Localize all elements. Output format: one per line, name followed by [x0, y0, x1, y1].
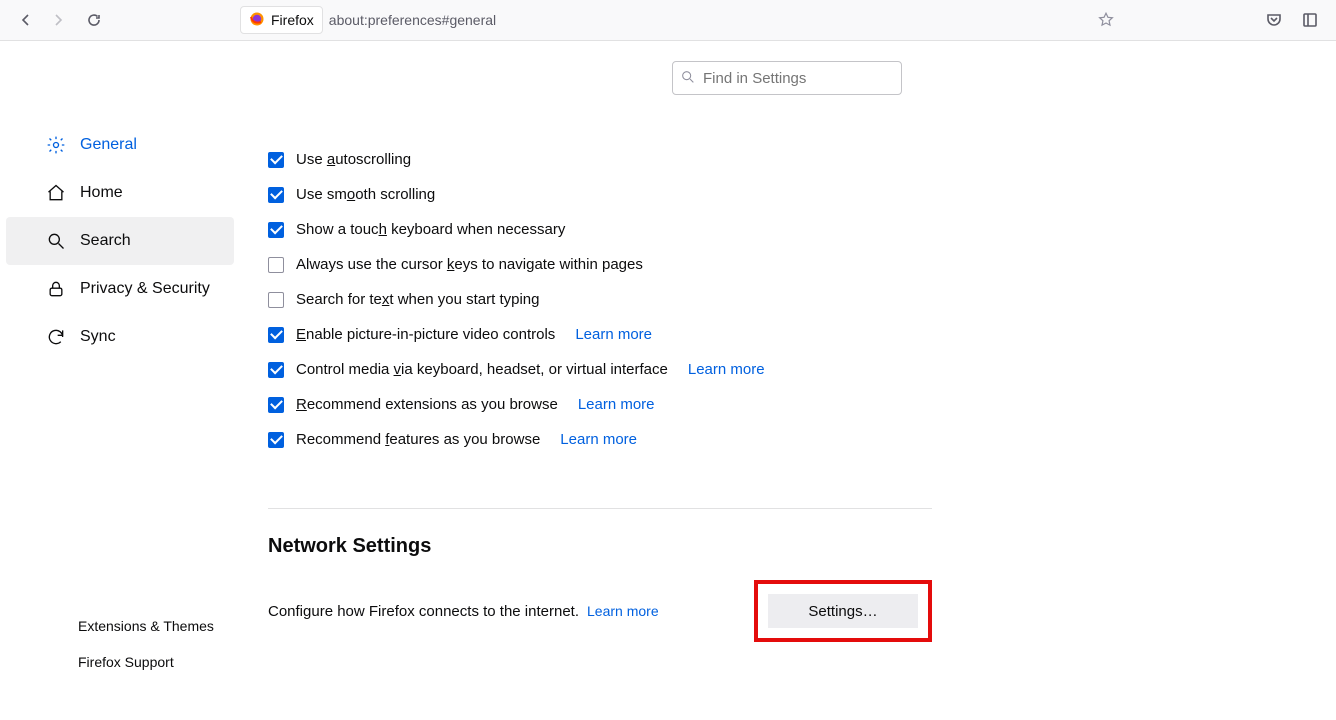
sidebar-item-privacy[interactable]: Privacy & Security	[0, 265, 240, 313]
browser-toolbar: Firefox about:preferences#general	[0, 0, 1336, 41]
sidebar-item-sync[interactable]: Sync	[0, 313, 240, 361]
highlight-annotation: Settings…	[754, 580, 932, 642]
network-learn-more-link[interactable]: Learn more	[587, 603, 659, 619]
checkbox[interactable]	[268, 187, 284, 203]
gear-icon	[46, 135, 66, 155]
sidebar-item-label: Sync	[80, 328, 116, 346]
sidebar-item-general[interactable]: General	[0, 121, 240, 169]
search-icon	[46, 231, 66, 251]
learn-more-link[interactable]: Learn more	[578, 396, 655, 413]
checkbox[interactable]	[268, 257, 284, 273]
firefox-logo-icon	[249, 11, 265, 30]
checkbox-label: Control media via keyboard, headset, or …	[296, 361, 668, 378]
footer-label: Extensions & Themes	[78, 618, 214, 634]
lock-icon	[46, 279, 66, 299]
bookmark-star-icon[interactable]	[1090, 4, 1122, 36]
preferences-content: Browsing Use autoscrolling Use smooth scr…	[240, 41, 1336, 720]
sidebar-item-search[interactable]: Search	[6, 217, 234, 265]
section-divider	[268, 508, 932, 509]
preferences-sidebar: General Home Search Privacy & Security S…	[0, 41, 240, 720]
browsing-option-8: Recommend features as you browse Learn mo…	[268, 431, 1336, 448]
find-in-settings	[672, 61, 902, 95]
section-title-browsing: Browsing	[268, 119, 1336, 129]
browsing-option-2: Show a touch keyboard when necessary	[268, 221, 1336, 238]
checkbox[interactable]	[268, 152, 284, 168]
sidebar-item-label: Privacy & Security	[80, 280, 210, 298]
sidebar-firefox-support[interactable]: Firefox Support	[0, 644, 240, 680]
sidebar-item-home[interactable]: Home	[0, 169, 240, 217]
search-icon	[680, 69, 696, 88]
sidebar-item-label: General	[80, 136, 137, 154]
checkbox[interactable]	[268, 292, 284, 308]
sidebar-extensions-themes[interactable]: Extensions & Themes	[0, 608, 240, 644]
browsing-option-3: Always use the cursor keys to navigate w…	[268, 256, 1336, 273]
checkbox-label: Show a touch keyboard when necessary	[296, 221, 565, 238]
learn-more-link[interactable]: Learn more	[575, 326, 652, 343]
sidebar-toggle-icon[interactable]	[1294, 4, 1326, 36]
checkbox-label: Use autoscrolling	[296, 151, 411, 168]
sidebar-item-label: Search	[80, 232, 131, 250]
checkbox-label: Search for text when you start typing	[296, 291, 539, 308]
pocket-icon[interactable]	[1258, 4, 1290, 36]
address-bar-url[interactable]: about:preferences#general	[329, 12, 496, 28]
checkbox-label: Always use the cursor keys to navigate w…	[296, 256, 643, 273]
sidebar-item-label: Home	[80, 184, 123, 202]
checkbox[interactable]	[268, 362, 284, 378]
checkbox-label: Enable picture-in-picture video controls	[296, 326, 555, 343]
puzzle-icon	[48, 618, 64, 634]
network-description: Configure how Firefox connects to the in…	[268, 603, 579, 620]
sync-icon	[46, 327, 66, 347]
back-button[interactable]	[10, 4, 42, 36]
checkbox[interactable]	[268, 222, 284, 238]
identity-label: Firefox	[271, 12, 314, 28]
learn-more-link[interactable]: Learn more	[560, 431, 637, 448]
network-settings-button[interactable]: Settings…	[768, 594, 918, 628]
checkbox-label: Recommend extensions as you browse	[296, 396, 558, 413]
reload-button[interactable]	[78, 4, 110, 36]
checkbox-label: Recommend features as you browse	[296, 431, 540, 448]
identity-box[interactable]: Firefox	[240, 6, 323, 34]
home-icon	[46, 183, 66, 203]
browsing-option-4: Search for text when you start typing	[268, 291, 1336, 308]
browsing-option-1: Use smooth scrolling	[268, 186, 1336, 203]
browsing-option-5: Enable picture-in-picture video controls…	[268, 326, 1336, 343]
learn-more-link[interactable]: Learn more	[688, 361, 765, 378]
checkbox[interactable]	[268, 327, 284, 343]
checkbox[interactable]	[268, 397, 284, 413]
browsing-option-0: Use autoscrolling	[268, 151, 1336, 168]
section-title-network: Network Settings	[268, 535, 1336, 558]
footer-label: Firefox Support	[78, 654, 174, 670]
checkbox-label: Use smooth scrolling	[296, 186, 435, 203]
forward-button[interactable]	[42, 4, 74, 36]
find-in-settings-input[interactable]	[672, 61, 902, 95]
browsing-option-6: Control media via keyboard, headset, or …	[268, 361, 1336, 378]
browsing-option-7: Recommend extensions as you browse Learn …	[268, 396, 1336, 413]
help-icon	[48, 654, 64, 670]
checkbox[interactable]	[268, 432, 284, 448]
